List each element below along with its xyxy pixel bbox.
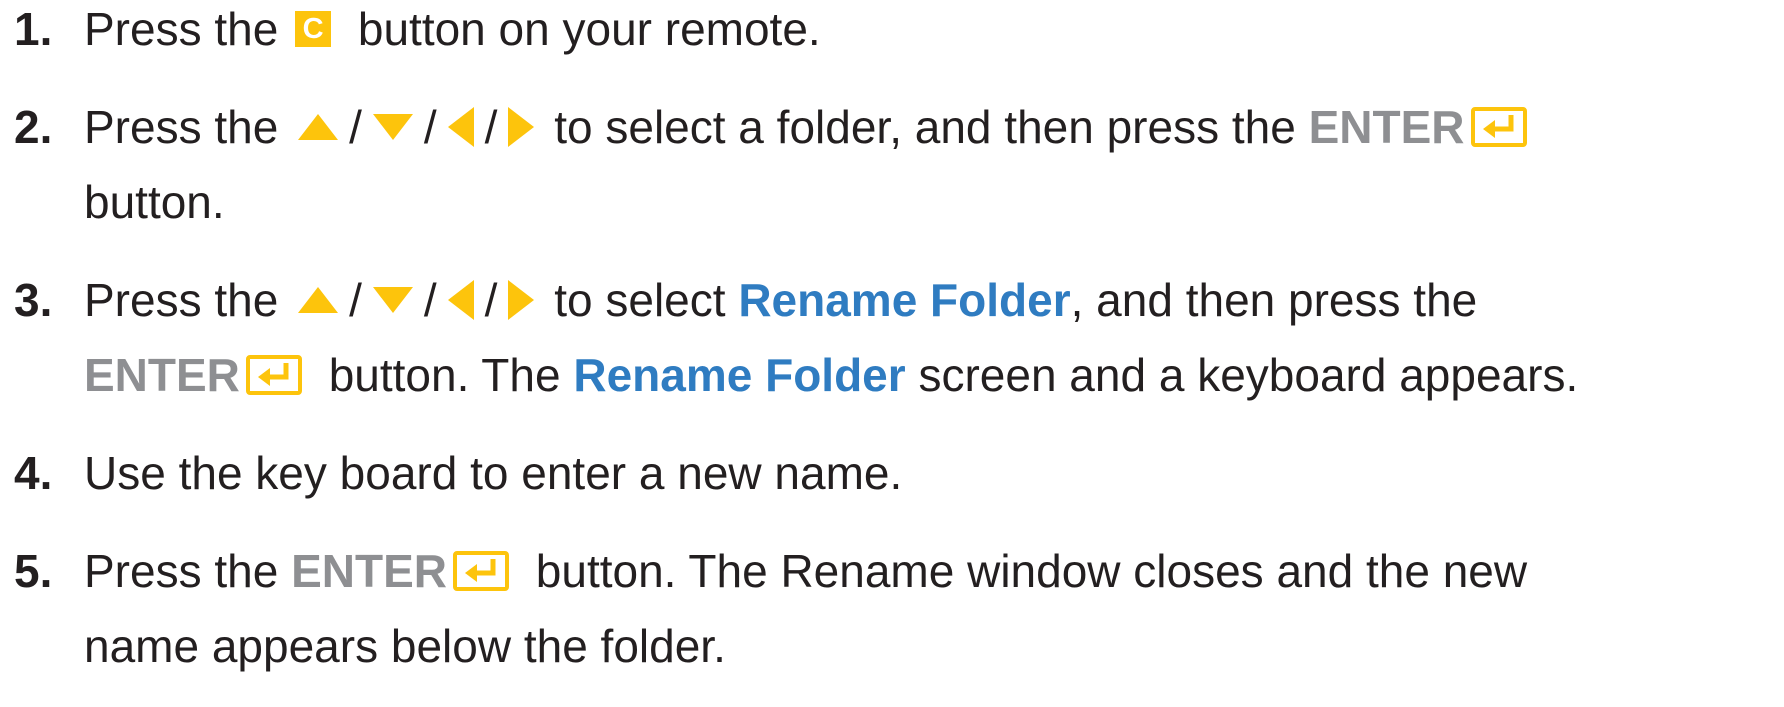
separator: /: [349, 274, 362, 326]
step-5: 5. Press the ENTER button. The Rename wi…: [14, 534, 1776, 684]
step-number: 5.: [14, 545, 53, 597]
enter-label: ENTER: [84, 349, 240, 401]
step-3: 3. Press the / / / to select Rename Fold…: [14, 263, 1776, 413]
enter-label: ENTER: [1308, 101, 1465, 153]
down-arrow-icon: [372, 113, 414, 141]
enter-label: ENTER: [291, 545, 447, 597]
step-number: 1.: [14, 3, 53, 55]
up-arrow-icon: [297, 286, 339, 314]
enter-icon: [1470, 106, 1527, 147]
enter-icon: [453, 550, 509, 591]
step-number: 4.: [14, 447, 53, 499]
step-number: 2.: [14, 101, 53, 153]
step-text: Press the: [84, 3, 279, 55]
separator: /: [423, 101, 437, 153]
step-1: 1. Press the C button on your remote.: [14, 0, 1776, 67]
right-arrow-icon: [507, 279, 535, 321]
left-arrow-icon: [447, 106, 475, 148]
rename-folder-label: Rename Folder: [738, 274, 1071, 326]
step-number: 3.: [14, 274, 53, 326]
step-text: to select: [554, 274, 726, 326]
step-text: button on your remote.: [357, 3, 821, 55]
step-2: 2. Press the / / / to select a folder, a…: [14, 90, 1776, 240]
step-text: screen and a keyboard appears.: [918, 349, 1579, 401]
step-text: Use the key board to enter a new name.: [84, 447, 903, 499]
step-text: Press the: [84, 545, 279, 597]
right-arrow-icon: [507, 106, 535, 148]
step-text: Press the: [84, 101, 279, 153]
step-text: Press the: [84, 274, 279, 326]
down-arrow-icon: [372, 286, 414, 314]
c-button-icon: C: [295, 10, 332, 47]
instruction-steps: 1. Press the C button on your remote. 2.…: [14, 0, 1776, 707]
step-text: button. The: [328, 349, 561, 401]
step-4: 4. Use the key board to enter a new name…: [14, 436, 1776, 511]
left-arrow-icon: [447, 279, 475, 321]
step-text: button.: [84, 176, 225, 228]
rename-folder-label: Rename Folder: [573, 349, 906, 401]
enter-icon: [245, 354, 302, 395]
separator: /: [349, 101, 362, 153]
step-text: , and then press the: [1070, 274, 1478, 326]
separator: /: [484, 274, 498, 326]
up-arrow-icon: [297, 113, 339, 141]
separator: /: [484, 101, 498, 153]
step-text: button. The Rename window closes and the…: [535, 545, 1528, 597]
separator: /: [423, 274, 437, 326]
step-text: name appears below the folder.: [84, 620, 726, 672]
step-text: to select a folder, and then press the: [554, 101, 1296, 153]
